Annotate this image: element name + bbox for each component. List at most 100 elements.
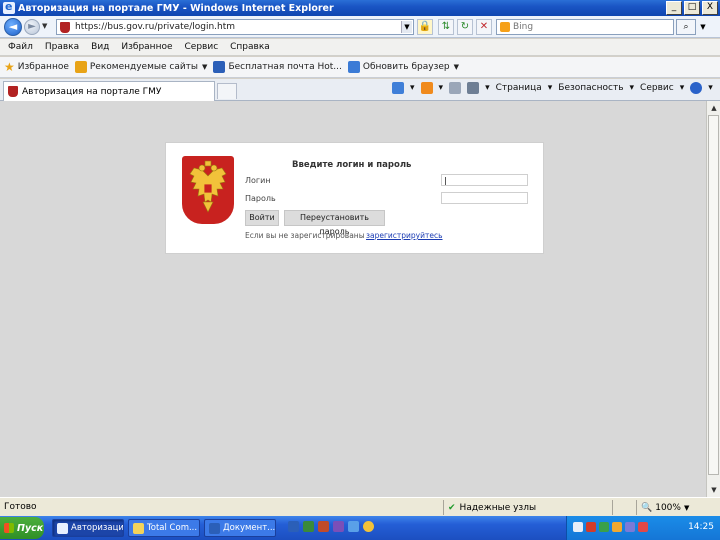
menu-help[interactable]: Справка xyxy=(230,42,270,52)
menu-tools[interactable]: Сервис xyxy=(185,42,219,52)
page-menu[interactable]: Страница xyxy=(496,83,542,93)
login-title: Введите логин и пароль xyxy=(292,160,412,170)
security-zone[interactable]: ✔ Надежные узлы xyxy=(443,500,536,515)
zoom-value: 100% xyxy=(655,502,681,513)
bing-icon xyxy=(500,22,510,32)
tools-menu[interactable]: Сервис xyxy=(640,83,674,93)
new-tab-button[interactable] xyxy=(217,83,237,99)
menu-file[interactable]: Файл xyxy=(8,42,33,52)
password-input[interactable] xyxy=(441,192,528,204)
favorite-label: Бесплатная почта Hot... xyxy=(228,62,342,72)
zoom-control[interactable]: 🔍 100% ▼ xyxy=(636,500,689,515)
protected-mode-indicator[interactable] xyxy=(612,500,634,515)
update-icon[interactable] xyxy=(612,522,622,532)
history-dropdown-icon[interactable]: ▼ xyxy=(42,22,47,30)
safety-menu[interactable]: Безопасность xyxy=(558,83,623,93)
compat-view-icon[interactable]: ⇅ xyxy=(438,19,454,35)
submit-button[interactable]: Войти xyxy=(245,210,279,226)
register-link[interactable]: зарегистрируйтесь xyxy=(366,231,443,240)
coat-of-arms-icon xyxy=(182,156,234,224)
search-dropdown-icon[interactable]: ▼ xyxy=(698,19,708,35)
media-player-icon[interactable] xyxy=(363,521,374,532)
start-label: Пуск xyxy=(17,522,44,534)
search-box[interactable] xyxy=(496,19,674,35)
register-prompt: Если вы не зарегистрированы xyxy=(245,231,365,240)
outlook-icon[interactable] xyxy=(348,521,359,532)
stop-icon[interactable]: ✕ xyxy=(476,19,492,35)
search-button[interactable]: ⌕ xyxy=(676,19,696,35)
alert-icon[interactable] xyxy=(638,522,648,532)
chevron-down-icon[interactable]: ▼ xyxy=(454,63,459,71)
chevron-down-icon[interactable]: ▼ xyxy=(684,504,689,512)
taskbar: Пуск Авторизация... Total Com... Докумен… xyxy=(0,516,720,540)
login-panel: Введите логин и пароль Логин Пароль Войт… xyxy=(165,142,544,254)
tab-active[interactable]: Авторизация на портале ГМУ xyxy=(3,81,215,101)
help-icon[interactable] xyxy=(690,82,703,94)
close-button[interactable]: X xyxy=(702,1,718,15)
onenote-icon[interactable] xyxy=(333,521,344,532)
scroll-up-icon[interactable]: ▲ xyxy=(708,102,720,114)
ie-icon xyxy=(3,0,15,14)
window-controls: _ □ X xyxy=(666,1,718,15)
tab-bar: Авторизация на портале ГМУ ▾ ▾ ▾ Страниц… xyxy=(0,79,720,101)
forward-button[interactable]: ► xyxy=(24,19,40,35)
menu-edit[interactable]: Правка xyxy=(45,42,79,52)
login-input[interactable] xyxy=(441,174,528,186)
login-label: Логин xyxy=(245,176,271,185)
hotmail-icon xyxy=(213,61,226,73)
check-icon: ✔ xyxy=(448,502,456,513)
password-label: Пароль xyxy=(245,194,276,203)
favorites-star-icon: ★ xyxy=(4,60,15,74)
taskbar-item-totalcmd[interactable]: Total Com... xyxy=(128,519,200,537)
clock: 14:25 xyxy=(688,522,714,532)
search-input[interactable] xyxy=(513,21,668,33)
lock-icon[interactable]: 🔒 xyxy=(417,19,433,35)
scroll-thumb[interactable] xyxy=(708,115,719,475)
address-field[interactable]: https://bus.gov.ru/private/login.htm ▼ xyxy=(56,19,414,35)
total-commander-icon xyxy=(133,522,144,534)
tray-icons xyxy=(573,522,648,532)
suggested-sites-icon xyxy=(74,61,87,73)
menu-bar: Файл Правка Вид Избранное Сервис Справка xyxy=(0,39,720,56)
window-title: Авторизация на портале ГМУ - Windows Int… xyxy=(18,2,334,14)
taskbar-item-document[interactable]: Документ... xyxy=(204,519,276,537)
favorite-suggested-sites[interactable]: Рекомендуемые сайты ▼ xyxy=(74,61,207,73)
refresh-icon[interactable]: ↻ xyxy=(457,19,473,35)
powerpoint-icon[interactable] xyxy=(318,521,329,532)
print-icon[interactable] xyxy=(467,82,480,94)
favorite-ie-update[interactable]: Обновить браузер ▼ xyxy=(347,61,459,73)
reset-password-button[interactable]: Переустановить пароль xyxy=(284,210,385,236)
volume-icon[interactable] xyxy=(625,522,635,532)
status-bar: Готово ✔ Надежные узлы 🔍 100% ▼ xyxy=(0,497,720,516)
home-icon[interactable] xyxy=(392,82,404,94)
windows-logo-icon xyxy=(4,523,14,533)
url-dropdown-icon[interactable]: ▼ xyxy=(401,21,412,33)
chevron-down-icon[interactable]: ▼ xyxy=(202,63,207,71)
vertical-scrollbar[interactable]: ▲ ▼ xyxy=(706,101,720,497)
mail-icon[interactable] xyxy=(449,82,462,94)
maximize-button[interactable]: □ xyxy=(684,1,700,15)
minimize-button[interactable]: _ xyxy=(666,1,682,15)
favorite-label: Обновить браузер xyxy=(362,62,450,72)
window-titlebar: Авторизация на портале ГМУ - Windows Int… xyxy=(0,0,720,16)
ie-update-icon xyxy=(347,61,360,73)
favorites-bar: ★ Избранное Рекомендуемые сайты ▼ Беспла… xyxy=(0,57,720,78)
network-icon[interactable] xyxy=(599,522,609,532)
antivirus-icon[interactable] xyxy=(586,522,596,532)
menu-favorites[interactable]: Избранное xyxy=(121,42,172,52)
word-icon[interactable] xyxy=(288,521,299,532)
scroll-down-icon[interactable]: ▼ xyxy=(708,484,720,496)
favorite-hotmail[interactable]: Бесплатная почта Hot... xyxy=(213,61,342,73)
site-favicon-icon xyxy=(60,22,70,33)
taskbar-item-label: Документ... xyxy=(223,523,276,533)
start-button[interactable]: Пуск xyxy=(0,517,44,539)
feeds-icon[interactable] xyxy=(420,82,433,94)
excel-icon[interactable] xyxy=(303,521,314,532)
url-text[interactable]: https://bus.gov.ru/private/login.htm xyxy=(75,22,235,32)
quick-launch xyxy=(288,521,374,532)
favorites-button[interactable]: ★ Избранное xyxy=(4,60,69,74)
keyboard-icon[interactable] xyxy=(573,522,583,532)
menu-view[interactable]: Вид xyxy=(91,42,109,52)
taskbar-item-ie[interactable]: Авторизация... xyxy=(52,519,124,537)
back-button[interactable]: ◄ xyxy=(4,18,22,36)
